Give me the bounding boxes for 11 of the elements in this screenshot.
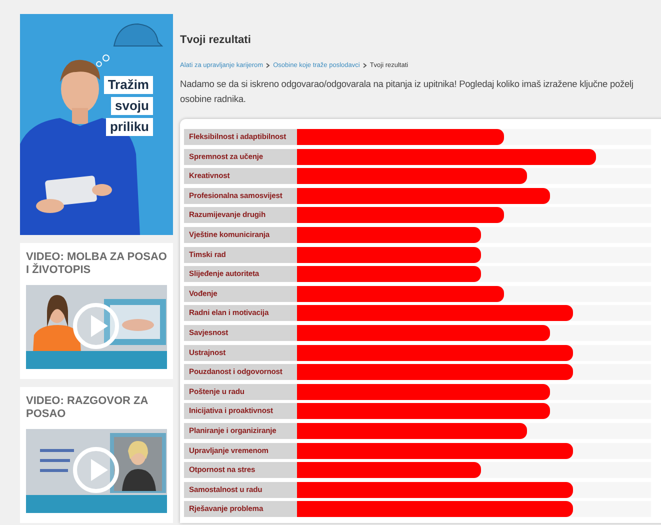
chevron-icon: [266, 63, 270, 68]
video-title[interactable]: VIDEO: RAZGOVOR ZA POSAO: [26, 395, 167, 421]
play-icon[interactable]: [72, 302, 120, 350]
chevron-icon: [362, 63, 367, 68]
intro-text: Nadamo se da si iskreno odgovarao/odgovarala na pitanja iz upitnika! Pogledaj koliko imaš izražene ključne poželj osobine radnika.: [180, 78, 634, 106]
video-title[interactable]: VIDEO: MOLBA ZA POSAO I ŽIVOTOPIS: [26, 251, 167, 277]
banner-text: svoju: [111, 97, 153, 115]
banner-text: Tražim: [104, 76, 153, 94]
banner-text: priliku: [106, 118, 153, 136]
play-icon[interactable]: [72, 446, 120, 494]
page-title: Tvoji rezultati: [180, 34, 252, 46]
